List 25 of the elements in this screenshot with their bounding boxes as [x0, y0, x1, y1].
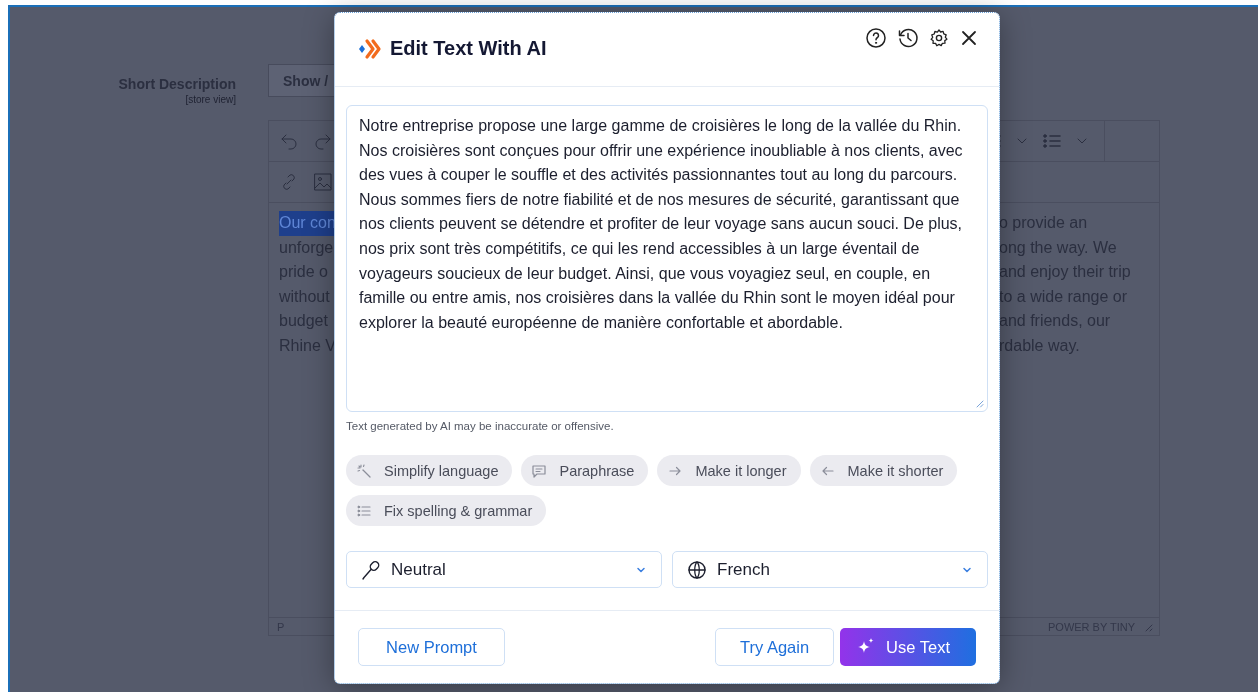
action-chip[interactable]: Make it shorter: [809, 455, 958, 486]
globe-icon: [687, 559, 707, 580]
bulleted-list-icon[interactable]: [1042, 131, 1062, 151]
close-icon[interactable]: [959, 28, 979, 48]
speech-bubble-icon: [531, 462, 548, 479]
prompt-text-field[interactable]: Notre entreprise propose une large gamme de croisières le long de la vallée du Rhin. Nos croisières sont conçues pour offrir une expérience inoubliable à nos clients, avec des vues à couper le souffle et des activités passionnantes tout au long du parcours. Nous sommes fiers de notre fiabilité et de nos mesures de sécurité, garantissant que nos clients peuvent se détendre et profiter de leur voyage sans aucun souci. De plus, nos prix sont très compétitifs, ce qui les rend accessibles à un large éventail de voyageurs soucieux de leur budget. Ainsi, que vous voyagiez seul, en couple, en famille ou entre amis, nos croisières dans la vallée du Rhin sont le moyen idéal pour explorer la beauté européenne de manière confortable et abordable.: [346, 105, 988, 412]
logo-icon: [358, 37, 382, 60]
action-chip[interactable]: Simplify language: [346, 455, 513, 486]
new-prompt-button[interactable]: New Prompt: [358, 628, 505, 666]
magic-wand-icon: [356, 462, 372, 479]
microphone-icon: [361, 559, 381, 580]
history-icon[interactable]: [897, 27, 919, 49]
help-icon[interactable]: [865, 27, 887, 49]
disclaimer-text: Text generated by AI may be inaccurate or offensive.: [346, 420, 615, 432]
settings-icon[interactable]: [929, 28, 949, 48]
action-chip[interactable]: Make it longer: [657, 455, 801, 486]
dropdown-select[interactable]: French: [672, 551, 988, 588]
dropdown-select[interactable]: Neutral: [346, 551, 662, 588]
dialog-title: Edit Text With AI: [390, 37, 547, 60]
resize-grip-icon[interactable]: [975, 399, 984, 408]
action-chip[interactable]: Paraphrase: [521, 455, 649, 486]
try-again-button[interactable]: Try Again: [715, 628, 835, 666]
use-text-button[interactable]: Use Text: [840, 628, 976, 666]
action-chip[interactable]: Fix spelling & grammar: [346, 495, 547, 526]
image-icon[interactable]: [313, 172, 333, 192]
